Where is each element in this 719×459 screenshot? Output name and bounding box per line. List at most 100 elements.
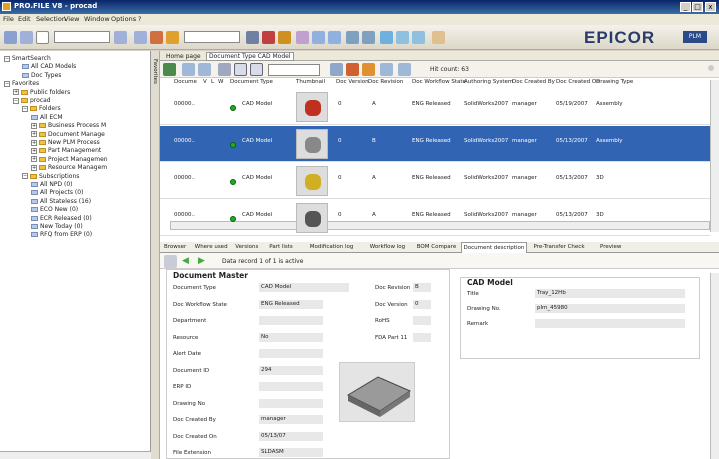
detail-vertical-scrollbar[interactable]	[710, 273, 719, 459]
field-value[interactable]: Tray_12Hb	[535, 289, 685, 298]
field-value[interactable]	[535, 319, 685, 328]
tree-node[interactable]: ECR Released (0)	[31, 215, 92, 222]
grid-columns-icon[interactable]	[218, 63, 231, 76]
grid-layout-icon[interactable]	[234, 63, 247, 76]
search-go-icon[interactable]	[114, 31, 127, 44]
menu-options[interactable]: Options	[111, 15, 136, 23]
expand-toggle-icon[interactable]: +	[31, 122, 37, 129]
column-header[interactable]: V	[203, 79, 207, 85]
wizard-icon[interactable]	[432, 31, 445, 44]
field-value[interactable]: manager	[259, 415, 323, 424]
previous-record-icon[interactable]: ◀	[182, 256, 189, 266]
field-value[interactable]: B	[413, 283, 431, 292]
menu-selection[interactable]: Selection	[36, 15, 66, 23]
tree-node[interactable]: All Projects (0)	[31, 189, 83, 196]
field-value[interactable]	[259, 398, 323, 408]
tree-node[interactable]: − procad	[13, 97, 51, 104]
expand-toggle-icon[interactable]: +	[31, 147, 37, 154]
column-header[interactable]: Docume	[174, 79, 197, 85]
minimize-button[interactable]: _	[680, 2, 691, 12]
tab-bom-compare[interactable]: BOM Compare	[417, 244, 456, 250]
person-icon[interactable]	[246, 31, 259, 44]
tab-modification-log[interactable]: Modification log	[310, 244, 354, 250]
table-row[interactable]: 00000.. CAD Model 0 B ENG Released SolidWorks…	[160, 126, 710, 162]
column-header[interactable]: Doc Revision	[368, 79, 403, 85]
copy-icon[interactable]	[312, 31, 325, 44]
home-icon[interactable]	[4, 31, 17, 44]
field-value[interactable]: No	[259, 332, 323, 342]
maximize-button[interactable]: □	[692, 2, 703, 12]
field-value[interactable]: SLDASM	[259, 448, 323, 457]
tab-pre-transfer-check[interactable]: Pre-Transfer Check	[534, 244, 585, 250]
tree-node[interactable]: ECO New (0)	[31, 206, 78, 213]
column-header[interactable]: Authoring System	[464, 79, 513, 85]
column-header[interactable]: W	[218, 79, 223, 85]
print-icon[interactable]	[164, 255, 177, 268]
column-header[interactable]: Drawing Type	[596, 79, 633, 85]
table-row[interactable]: 00000.. CAD Model 0 A ENG Released SolidWorks…	[160, 163, 710, 199]
expand-toggle-icon[interactable]: +	[31, 164, 37, 171]
field-value[interactable]	[259, 382, 323, 391]
expand-toggle-icon[interactable]: −	[13, 97, 19, 104]
menu-window[interactable]: Window	[84, 15, 110, 23]
find-icon[interactable]	[134, 31, 147, 44]
tree-node[interactable]: − Favorites	[4, 80, 39, 87]
transfer-icon[interactable]	[380, 31, 393, 44]
tree-node[interactable]: + Document Manage	[31, 131, 105, 138]
column-header[interactable]: Doc Created On	[556, 79, 600, 85]
field-value[interactable]: CAD Model	[259, 283, 349, 292]
tree-node[interactable]: + Part Management	[31, 147, 101, 154]
structure-icon[interactable]	[296, 31, 309, 44]
archive-icon[interactable]	[278, 31, 291, 44]
expand-toggle-icon[interactable]: −	[4, 80, 10, 87]
menu-edit[interactable]: Edit	[18, 15, 31, 23]
expand-toggle-icon[interactable]: −	[4, 55, 10, 62]
tab-part-lists[interactable]: Part lists	[269, 244, 293, 250]
checkin-icon[interactable]	[346, 31, 359, 44]
compare-icon[interactable]	[412, 31, 425, 44]
tree-node[interactable]: + Resource Managem	[31, 164, 107, 171]
tree-node[interactable]: + Business Process M	[31, 122, 106, 129]
checkout-icon[interactable]	[362, 31, 375, 44]
tree-node[interactable]: All Stateless (16)	[31, 198, 91, 205]
menu-file[interactable]: File	[3, 15, 14, 23]
tools-icon[interactable]	[150, 31, 163, 44]
tree-node[interactable]: − Folders	[22, 105, 61, 112]
breadcrumb-home[interactable]: Home page	[166, 53, 201, 60]
grid-add-icon[interactable]	[182, 63, 195, 76]
tree-node[interactable]: New Today (0)	[31, 223, 83, 230]
favorites-side-tab[interactable]: Favorites	[151, 51, 160, 459]
grid-view-icon[interactable]	[163, 63, 176, 76]
expand-toggle-icon[interactable]: −	[22, 105, 28, 112]
grid-settings-icon[interactable]	[398, 63, 411, 76]
filter-input[interactable]	[184, 31, 240, 43]
column-header[interactable]: Doc Version	[336, 79, 369, 85]
field-value[interactable]: plm_45980	[535, 304, 685, 313]
expand-toggle-icon[interactable]: +	[31, 139, 37, 146]
gear-icon[interactable]	[708, 65, 714, 71]
expand-toggle-icon[interactable]: +	[13, 89, 19, 96]
table-row[interactable]: 00000.. CAD Model 0 A ENG Released SolidWorks…	[160, 89, 710, 125]
sync-icon[interactable]	[396, 31, 409, 44]
tree-node[interactable]: + New PLM Process	[31, 139, 100, 146]
grid-vertical-scrollbar[interactable]	[710, 80, 719, 232]
tab-versions[interactable]: Versions	[235, 244, 258, 250]
expand-toggle-icon[interactable]: +	[31, 156, 37, 163]
tab-document-description[interactable]: Document description	[460, 242, 528, 253]
new-document-icon[interactable]	[36, 31, 49, 44]
menu-help[interactable]: ?	[138, 15, 141, 23]
expand-toggle-icon[interactable]: +	[31, 131, 37, 138]
column-header[interactable]: Document Type	[230, 79, 273, 85]
tab-workflow-log[interactable]: Workflow log	[370, 244, 405, 250]
tab-where-used[interactable]: Where used	[195, 244, 228, 250]
tree-node[interactable]: − SmartSearch	[4, 55, 51, 62]
tree-node[interactable]: Doc Types	[22, 72, 61, 79]
tree-node[interactable]: − Subscriptions	[22, 173, 79, 180]
next-record-icon[interactable]: ▶	[198, 256, 205, 266]
field-value[interactable]: 0	[413, 299, 431, 309]
field-value[interactable]: 294	[259, 365, 323, 375]
column-header[interactable]: Thumbnail	[296, 79, 325, 85]
grid-remove-icon[interactable]	[198, 63, 211, 76]
tree-node[interactable]: All NPD (0)	[31, 181, 72, 188]
tree-horizontal-scrollbar[interactable]	[0, 451, 151, 459]
